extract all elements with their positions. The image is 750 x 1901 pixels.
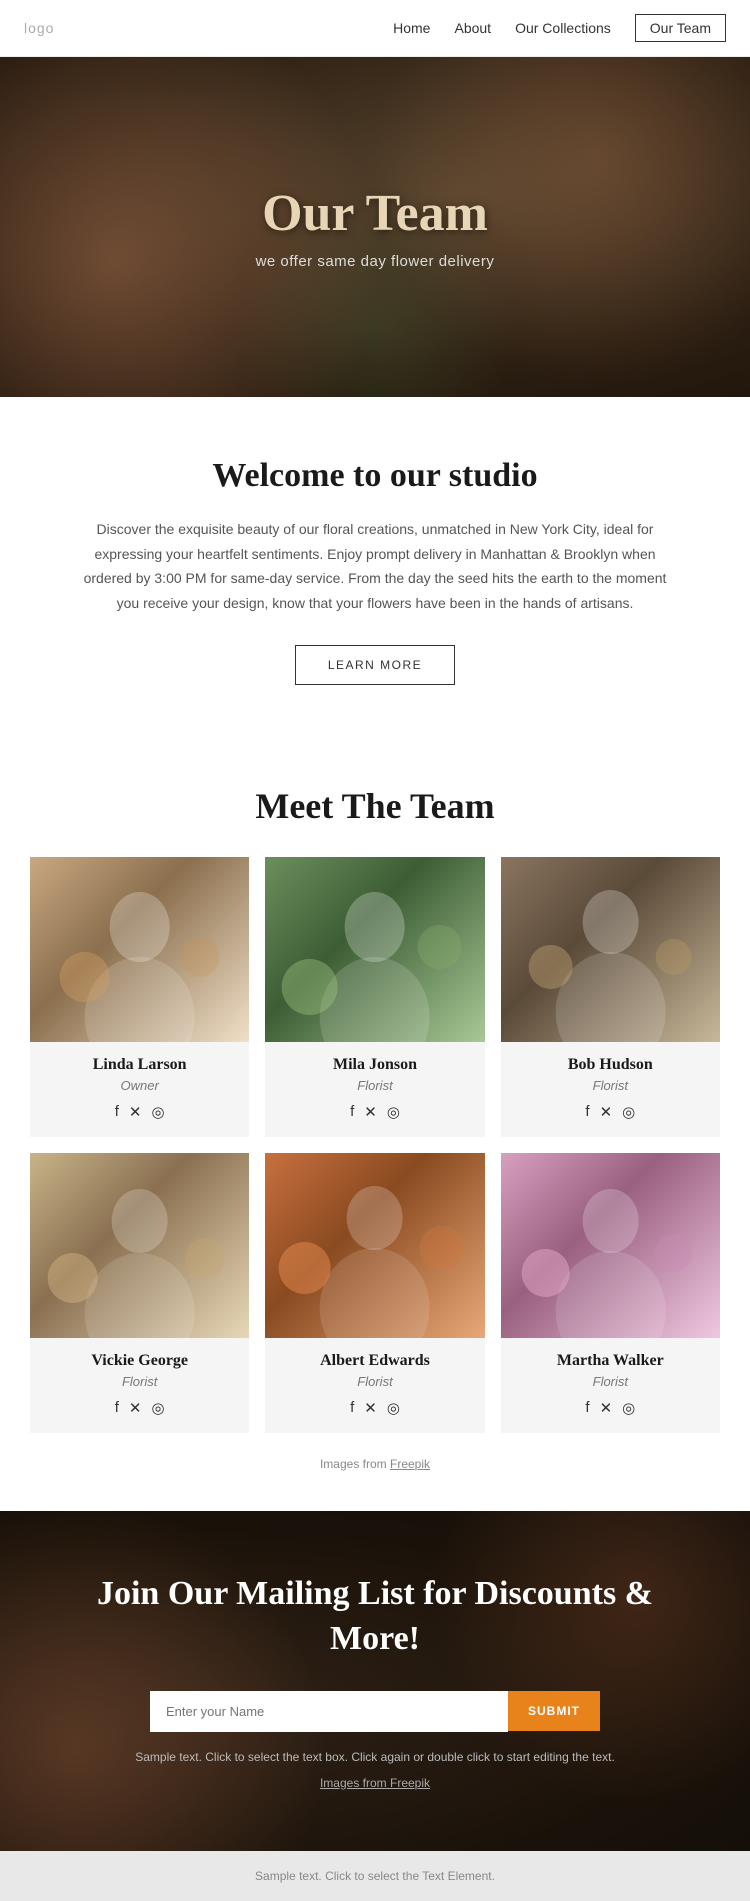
team-info-linda: Linda Larson Owner f ✕ ◎ bbox=[30, 1042, 249, 1137]
team-photo-albert bbox=[265, 1153, 484, 1338]
instagram-icon-bob[interactable]: ◎ bbox=[622, 1103, 635, 1121]
team-photo-linda bbox=[30, 857, 249, 1042]
mailing-submit-button[interactable]: SUBMIT bbox=[508, 1691, 600, 1731]
twitter-icon-linda[interactable]: ✕ bbox=[129, 1103, 142, 1121]
team-role-martha: Florist bbox=[511, 1374, 710, 1389]
team-social-linda: f ✕ ◎ bbox=[40, 1103, 239, 1121]
mailing-section: Join Our Mailing List for Discounts & Mo… bbox=[0, 1511, 750, 1851]
freepik-link-team[interactable]: Freepik bbox=[390, 1457, 430, 1471]
facebook-icon-bob[interactable]: f bbox=[585, 1103, 589, 1121]
team-card-bob: Bob Hudson Florist f ✕ ◎ bbox=[501, 857, 720, 1137]
team-role-albert: Florist bbox=[275, 1374, 474, 1389]
hero-subtitle: we offer same day flower delivery bbox=[256, 253, 495, 270]
team-card-albert: Albert Edwards Florist f ✕ ◎ bbox=[265, 1153, 484, 1433]
team-name-martha: Martha Walker bbox=[511, 1352, 710, 1370]
nav-links: Home About Our Collections Our Team bbox=[393, 14, 726, 42]
footer: Sample text. Click to select the Text El… bbox=[0, 1851, 750, 1901]
team-name-albert: Albert Edwards bbox=[275, 1352, 474, 1370]
footer-text: Sample text. Click to select the Text El… bbox=[18, 1869, 732, 1883]
hero-section: Our Team we offer same day flower delive… bbox=[0, 57, 750, 397]
team-info-martha: Martha Walker Florist f ✕ ◎ bbox=[501, 1338, 720, 1433]
welcome-body: Discover the exquisite beauty of our flo… bbox=[80, 517, 670, 615]
freepik-link-mailing[interactable]: Freepik bbox=[390, 1776, 430, 1790]
twitter-icon-albert[interactable]: ✕ bbox=[364, 1399, 377, 1417]
team-role-linda: Owner bbox=[40, 1078, 239, 1093]
twitter-icon-bob[interactable]: ✕ bbox=[600, 1103, 613, 1121]
team-name-linda: Linda Larson bbox=[40, 1056, 239, 1074]
team-social-mila: f ✕ ◎ bbox=[275, 1103, 474, 1121]
welcome-section: Welcome to our studio Discover the exqui… bbox=[0, 397, 750, 735]
team-name-mila: Mila Jonson bbox=[275, 1056, 474, 1074]
team-grid: Linda Larson Owner f ✕ ◎ Mila bbox=[30, 857, 720, 1433]
learn-more-button[interactable]: LEARN MORE bbox=[295, 645, 455, 685]
mailing-sample-text: Sample text. Click to select the text bo… bbox=[135, 1750, 615, 1764]
team-card-mila: Mila Jonson Florist f ✕ ◎ bbox=[265, 857, 484, 1137]
facebook-icon-albert[interactable]: f bbox=[350, 1399, 354, 1417]
mailing-title: Join Our Mailing List for Discounts & Mo… bbox=[80, 1572, 670, 1660]
team-title: Meet The Team bbox=[30, 785, 720, 827]
team-card-vickie: Vickie George Florist f ✕ ◎ bbox=[30, 1153, 249, 1433]
team-section: Meet The Team Linda Larson Owner f ✕ ◎ bbox=[0, 735, 750, 1511]
team-social-vickie: f ✕ ◎ bbox=[40, 1399, 239, 1417]
instagram-icon-martha[interactable]: ◎ bbox=[622, 1399, 635, 1417]
team-info-mila: Mila Jonson Florist f ✕ ◎ bbox=[265, 1042, 484, 1137]
team-social-martha: f ✕ ◎ bbox=[511, 1399, 710, 1417]
nav-collections[interactable]: Our Collections bbox=[515, 20, 611, 36]
mailing-name-input[interactable] bbox=[150, 1691, 508, 1732]
instagram-icon-mila[interactable]: ◎ bbox=[387, 1103, 400, 1121]
team-photo-martha bbox=[501, 1153, 720, 1338]
logo: logo bbox=[24, 20, 54, 36]
team-social-bob: f ✕ ◎ bbox=[511, 1103, 710, 1121]
mailing-images-credit: Images from Freepik bbox=[320, 1776, 430, 1790]
nav-our-team[interactable]: Our Team bbox=[635, 14, 726, 42]
team-name-bob: Bob Hudson bbox=[511, 1056, 710, 1074]
facebook-icon-linda[interactable]: f bbox=[115, 1103, 119, 1121]
team-social-albert: f ✕ ◎ bbox=[275, 1399, 474, 1417]
instagram-icon-vickie[interactable]: ◎ bbox=[151, 1399, 164, 1417]
team-photo-vickie bbox=[30, 1153, 249, 1338]
team-role-vickie: Florist bbox=[40, 1374, 239, 1389]
team-name-vickie: Vickie George bbox=[40, 1352, 239, 1370]
team-info-albert: Albert Edwards Florist f ✕ ◎ bbox=[265, 1338, 484, 1433]
mailing-form: SUBMIT bbox=[150, 1691, 600, 1732]
team-info-bob: Bob Hudson Florist f ✕ ◎ bbox=[501, 1042, 720, 1137]
team-info-vickie: Vickie George Florist f ✕ ◎ bbox=[30, 1338, 249, 1433]
navbar: logo Home About Our Collections Our Team bbox=[0, 0, 750, 57]
team-card-linda: Linda Larson Owner f ✕ ◎ bbox=[30, 857, 249, 1137]
twitter-icon-mila[interactable]: ✕ bbox=[364, 1103, 377, 1121]
hero-title: Our Team bbox=[262, 184, 488, 243]
team-photo-bob bbox=[501, 857, 720, 1042]
facebook-icon-martha[interactable]: f bbox=[585, 1399, 589, 1417]
nav-home[interactable]: Home bbox=[393, 20, 430, 36]
team-images-credit: Images from Freepik bbox=[30, 1443, 720, 1491]
facebook-icon-mila[interactable]: f bbox=[350, 1103, 354, 1121]
welcome-title: Welcome to our studio bbox=[80, 457, 670, 495]
twitter-icon-vickie[interactable]: ✕ bbox=[129, 1399, 142, 1417]
twitter-icon-martha[interactable]: ✕ bbox=[600, 1399, 613, 1417]
nav-about[interactable]: About bbox=[454, 20, 491, 36]
instagram-icon-linda[interactable]: ◎ bbox=[151, 1103, 164, 1121]
facebook-icon-vickie[interactable]: f bbox=[115, 1399, 119, 1417]
team-role-bob: Florist bbox=[511, 1078, 710, 1093]
instagram-icon-albert[interactable]: ◎ bbox=[387, 1399, 400, 1417]
team-role-mila: Florist bbox=[275, 1078, 474, 1093]
team-card-martha: Martha Walker Florist f ✕ ◎ bbox=[501, 1153, 720, 1433]
mailing-background bbox=[0, 1511, 750, 1851]
team-photo-mila bbox=[265, 857, 484, 1042]
